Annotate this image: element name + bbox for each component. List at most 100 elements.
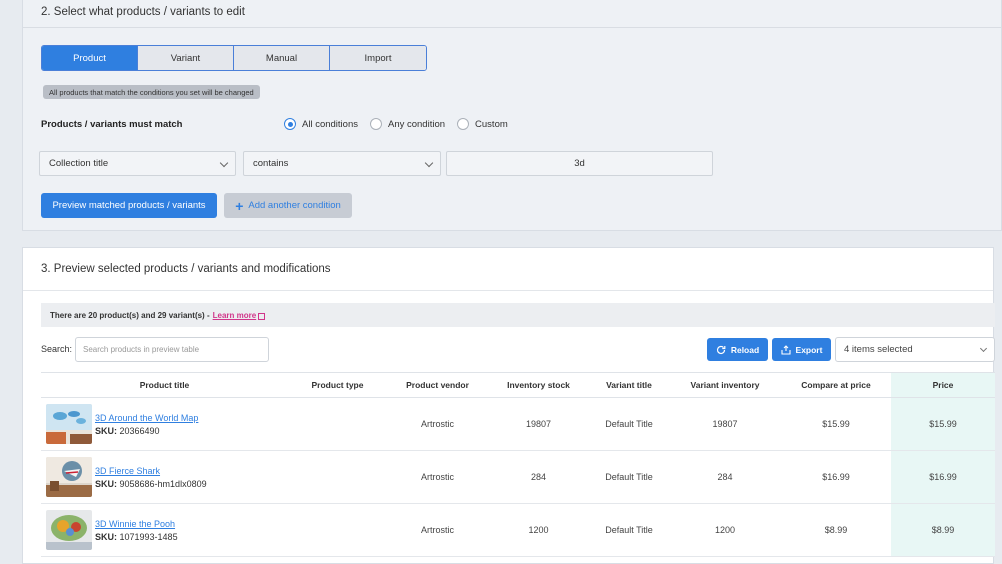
tab-variant[interactable]: Variant [138, 46, 234, 70]
table-row: 3D Fierce Shark SKU: 9058686-hm1dlx0809 … [41, 451, 995, 504]
column-header[interactable]: Variant title [589, 373, 669, 397]
sku-value: 1071993-1485 [119, 531, 178, 542]
compare-price-cell: $16.99 [822, 472, 850, 482]
column-header[interactable]: Product vendor [387, 373, 488, 397]
product-thumbnail [46, 457, 92, 497]
product-cell: 3D Winnie the Pooh SKU: 1071993-1485 [41, 504, 288, 556]
search-label: Search: [41, 344, 73, 354]
product-cell: 3D Around the World Map SKU: 20366490 [41, 398, 288, 450]
condition-value-input[interactable]: 3d [446, 151, 713, 176]
preview-matched-button[interactable]: Preview matched products / variants [41, 193, 217, 218]
column-header[interactable]: Compare at price [781, 373, 891, 397]
select-value: Collection title [49, 158, 109, 169]
add-condition-label: Add another condition [248, 200, 341, 211]
info-bar: There are 20 product(s) and 29 variant(s… [41, 303, 995, 327]
radio-all-conditions[interactable]: All conditions [284, 118, 358, 130]
learn-more-link[interactable]: Learn more [213, 311, 257, 320]
product-vendor-cell: Artrostic [420, 472, 454, 482]
chevron-down-icon [424, 158, 434, 168]
table-header: Product title Product type Product vendo… [41, 372, 995, 398]
radio-custom[interactable]: Custom [457, 118, 508, 130]
variant-inventory-cell: 284 [717, 472, 733, 482]
items-selected-value: 4 items selected [844, 344, 913, 355]
preview-panel: 3. Preview selected products / variants … [22, 247, 995, 564]
match-radio-group: All conditions Any condition Custom [284, 118, 508, 130]
variant-inventory-cell: 19807 [712, 419, 738, 429]
column-header[interactable]: Variant inventory [669, 373, 781, 397]
export-label: Export [795, 344, 823, 355]
price-cell: $16.99 [891, 451, 995, 503]
radio-any-condition[interactable]: Any condition [369, 118, 446, 130]
divider [23, 290, 993, 291]
price-cell: $8.99 [891, 504, 995, 556]
tab-manual[interactable]: Manual [234, 46, 330, 70]
refresh-icon [716, 345, 726, 354]
product-sku: SKU: 20366490 [95, 426, 198, 436]
product-info: 3D Around the World Map SKU: 20366490 [95, 413, 198, 436]
product-vendor-cell: Artrostic [420, 419, 454, 429]
reload-label: Reload [730, 344, 760, 355]
product-vendor-cell: Artrostic [420, 525, 454, 535]
mode-tabs: Product Variant Manual Import [41, 45, 427, 71]
divider [23, 27, 1001, 28]
hint-badge: All products that match the conditions y… [43, 85, 260, 99]
column-header[interactable]: Product type [288, 373, 387, 397]
column-header[interactable]: Product title [41, 373, 288, 397]
export-icon [780, 344, 791, 355]
radio-dot [457, 118, 470, 130]
price-cell: $15.99 [891, 398, 995, 450]
column-header[interactable]: Price [891, 373, 995, 397]
condition-field-select[interactable]: Collection title [39, 151, 236, 176]
compare-price-cell: $15.99 [822, 419, 850, 429]
section-title: 3. Preview selected products / variants … [41, 263, 331, 275]
sku-value: 9058686-hm1dlx0809 [119, 478, 207, 489]
radio-label: Any condition [387, 118, 446, 130]
table-row: 3D Around the World Map SKU: 20366490 Ar… [41, 398, 995, 451]
product-type-cell [288, 504, 387, 556]
condition-operator-select[interactable]: contains [243, 151, 441, 176]
product-title-link[interactable]: 3D Fierce Shark [95, 466, 207, 476]
product-thumbnail [46, 510, 92, 550]
product-info: 3D Fierce Shark SKU: 9058686-hm1dlx0809 [95, 466, 207, 489]
tab-product[interactable]: Product [42, 46, 138, 70]
select-value: contains [253, 158, 289, 169]
sku-label: SKU: [95, 425, 117, 436]
variant-title-cell: Default Title [605, 472, 653, 482]
radio-label: Custom [475, 118, 508, 130]
inventory-stock-cell: 284 [530, 472, 547, 482]
compare-price-cell: $8.99 [824, 525, 848, 535]
product-type-cell [288, 398, 387, 450]
variant-title-cell: Default Title [605, 525, 653, 535]
preview-table: Product title Product type Product vendo… [41, 372, 995, 557]
radio-label: All conditions [302, 118, 358, 130]
section-title: 2. Select what products / variants to ed… [41, 6, 245, 18]
product-sku: SKU: 1071993-1485 [95, 532, 178, 542]
product-sku: SKU: 9058686-hm1dlx0809 [95, 479, 207, 489]
product-cell: 3D Fierce Shark SKU: 9058686-hm1dlx0809 [41, 451, 288, 503]
items-selected-dropdown[interactable]: 4 items selected [835, 337, 995, 362]
product-title-link[interactable]: 3D Winnie the Pooh [95, 519, 178, 529]
chevron-down-icon [219, 158, 229, 168]
column-header[interactable]: Inventory stock [488, 373, 589, 397]
reload-button[interactable]: Reload [707, 338, 768, 361]
select-products-panel: 2. Select what products / variants to ed… [22, 0, 1002, 231]
plus-icon: + [235, 197, 244, 214]
product-thumbnail [46, 404, 92, 444]
export-button[interactable]: Export [772, 338, 831, 361]
external-link-icon [258, 312, 266, 320]
chevron-down-icon [979, 344, 988, 353]
sku-value: 20366490 [119, 425, 160, 436]
variant-title-cell: Default Title [605, 419, 653, 429]
radio-dot [284, 118, 296, 130]
product-type-cell [288, 451, 387, 503]
search-input[interactable]: Search products in preview table [75, 337, 269, 362]
info-text: There are 20 product(s) and 29 variant(s… [50, 310, 210, 320]
radio-dot [369, 118, 382, 130]
variant-inventory-cell: 1200 [714, 525, 736, 535]
product-info: 3D Winnie the Pooh SKU: 1071993-1485 [95, 519, 178, 542]
sku-label: SKU: [95, 478, 117, 489]
product-title-link[interactable]: 3D Around the World Map [95, 413, 198, 423]
tab-import[interactable]: Import [330, 46, 426, 70]
add-condition-button[interactable]: + Add another condition [224, 193, 352, 218]
sku-label: SKU: [95, 531, 117, 542]
